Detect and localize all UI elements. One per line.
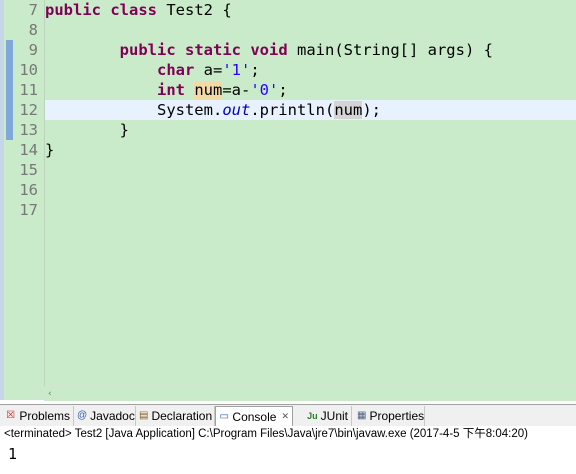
code-text: =a- — [222, 81, 251, 99]
javadoc-icon: @ — [77, 410, 88, 421]
code-text: } — [45, 141, 55, 159]
line-number: 12 — [19, 101, 38, 119]
close-icon[interactable]: ✕ — [281, 411, 289, 422]
keyword: class — [110, 1, 158, 19]
properties-icon: ▦ — [357, 410, 367, 421]
console-icon: ▭ — [219, 410, 229, 422]
keyword: int — [156, 81, 185, 99]
line-number: 11 — [19, 81, 38, 99]
line-number: 8 — [28, 21, 38, 39]
keyword: void — [250, 41, 288, 59]
char-literal: '1' — [222, 61, 251, 79]
keyword: static — [185, 41, 241, 59]
code-line-9: public static void main(String[] args) { — [45, 40, 576, 60]
code-text: main(String[] args) { — [287, 41, 493, 59]
console-tab-bar: ☒ Problems @ Javadoc ▤ Declaration ▭ Con… — [0, 404, 576, 428]
code-text: ; — [278, 81, 288, 99]
horizontal-scrollbar[interactable]: ‹ — [44, 386, 576, 401]
keyword: char — [156, 61, 195, 79]
tab-label: Declaration — [151, 409, 213, 423]
tab-label: JUnit — [320, 409, 348, 423]
tab-junit[interactable]: Ju JUnit — [304, 406, 352, 426]
code-text: .println( — [250, 101, 335, 119]
line-number: 14 — [19, 141, 38, 159]
code-area[interactable]: public class Test2 { public static void … — [45, 0, 576, 386]
line-number: 7 — [28, 1, 38, 19]
line-number: 9 — [28, 41, 38, 59]
tab-label: Properties — [369, 409, 425, 423]
char-literal: '0' — [250, 81, 279, 99]
code-text: a= — [194, 61, 223, 79]
tab-label: Console — [232, 409, 277, 424]
tab-problems[interactable]: ☒ Problems — [2, 406, 74, 426]
code-line-12-current: System.out.println(num); — [45, 100, 576, 120]
code-line-10: char a='1'; — [45, 60, 576, 80]
static-field: out — [222, 101, 251, 119]
code-editor[interactable]: 7 8 9 10 11 12 13 14 15 16 17 public cla… — [0, 0, 576, 401]
console-status: <terminated> Test2 [Java Application] C:… — [0, 426, 576, 442]
declaration-icon: ▤ — [139, 410, 149, 421]
keyword: public — [45, 1, 101, 19]
line-number: 15 — [19, 161, 38, 179]
variable-occurrence: num — [194, 81, 223, 99]
code-line-7: public class Test2 { — [45, 0, 576, 20]
problems-icon: ☒ — [6, 410, 16, 421]
code-line-14: } — [45, 140, 576, 160]
variable-occurrence: num — [334, 101, 363, 119]
code-text: ; — [250, 61, 260, 79]
code-text: System. — [156, 101, 223, 119]
line-number: 16 — [19, 181, 38, 199]
tab-console[interactable]: ▭ Console ✕ — [215, 406, 293, 426]
console-output: 1 — [8, 445, 18, 463]
line-number: 13 — [19, 121, 38, 139]
tab-label: Javadoc — [90, 409, 135, 423]
console-output-area[interactable]: 1 — [0, 442, 576, 474]
junit-icon: Ju — [307, 411, 318, 421]
line-number: 10 — [19, 61, 38, 79]
line-number: 17 — [19, 201, 38, 219]
occurrence-marker — [6, 40, 13, 140]
keyword: public — [119, 41, 176, 59]
code-text: } — [119, 121, 129, 139]
code-line-11: int num=a-'0'; — [45, 80, 576, 100]
tab-label: Problems — [19, 409, 70, 423]
code-text: ); — [362, 101, 381, 119]
scroll-left-icon[interactable]: ‹ — [48, 387, 52, 401]
tab-declaration[interactable]: ▤ Declaration — [136, 406, 215, 426]
code-text: Test2 { — [157, 1, 232, 19]
code-line-13: } — [45, 120, 576, 140]
tab-properties[interactable]: ▦ Properties — [354, 406, 425, 426]
tab-javadoc[interactable]: @ Javadoc — [74, 406, 136, 426]
